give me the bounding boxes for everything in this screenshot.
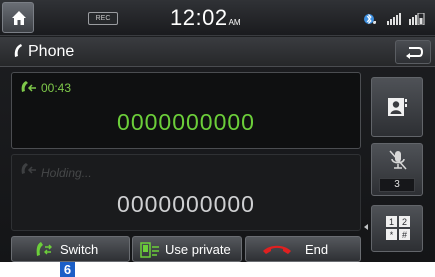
holding-status: Holding...	[41, 166, 92, 180]
use-private-icon	[140, 242, 159, 258]
callout-badge: 6	[60, 262, 75, 277]
bluetooth-audio-icon	[364, 13, 376, 25]
use-private-button[interactable]: Use private	[132, 236, 242, 262]
active-call-number: 0000000000	[117, 109, 255, 135]
keypad-key-1: 1	[389, 217, 394, 227]
home-icon	[12, 11, 26, 25]
clock: 12:02AM	[170, 5, 241, 33]
page-title: Phone	[28, 43, 75, 60]
volume-value: 3	[379, 178, 415, 192]
switch-call-icon	[36, 242, 52, 256]
active-call-icon	[21, 81, 36, 92]
keypad-pointer-arrow	[364, 224, 368, 230]
end-label: End	[305, 242, 329, 257]
rec-badge: REC	[88, 12, 118, 25]
keypad-key-star: *	[390, 230, 394, 240]
home-button[interactable]	[2, 2, 34, 33]
keypad-key-hash: #	[402, 230, 407, 240]
call-timer: 00:43	[41, 81, 72, 95]
signal-strength-icon	[387, 13, 401, 25]
end-call-icon	[263, 245, 291, 254]
clock-ampm: AM	[228, 18, 241, 27]
phone-icon	[14, 44, 22, 57]
back-arrow-icon	[406, 47, 423, 59]
phone-screen: REC 12:02AM Phone 00:43 0000000000 Holdi…	[0, 0, 435, 262]
use-private-label: Use private	[165, 242, 231, 257]
held-call-number: 0000000000	[117, 191, 255, 217]
held-call-panel[interactable]: Holding... 0000000000	[11, 154, 361, 231]
held-call-icon	[21, 163, 36, 174]
keypad-button[interactable]: 1 2 * #	[371, 205, 423, 252]
keypad-icon: 1 2 * #	[386, 216, 410, 240]
end-call-button[interactable]: End	[245, 236, 361, 262]
title-bar: Phone	[0, 37, 435, 67]
back-button[interactable]	[395, 40, 431, 64]
clock-time: 12:02	[170, 5, 228, 30]
mute-volume-control[interactable]: 3	[371, 143, 423, 196]
battery-icon	[409, 13, 425, 25]
keypad-key-2: 2	[402, 217, 407, 227]
active-call-panel[interactable]: 00:43 0000000000	[11, 72, 361, 149]
switch-label: Switch	[60, 242, 99, 257]
mic-mute-icon	[389, 150, 407, 170]
status-icons	[363, 11, 425, 27]
contacts-icon	[388, 98, 407, 116]
contacts-button[interactable]	[371, 77, 423, 137]
switch-button[interactable]: Switch	[11, 236, 130, 262]
status-bar: REC 12:02AM	[0, 0, 435, 36]
